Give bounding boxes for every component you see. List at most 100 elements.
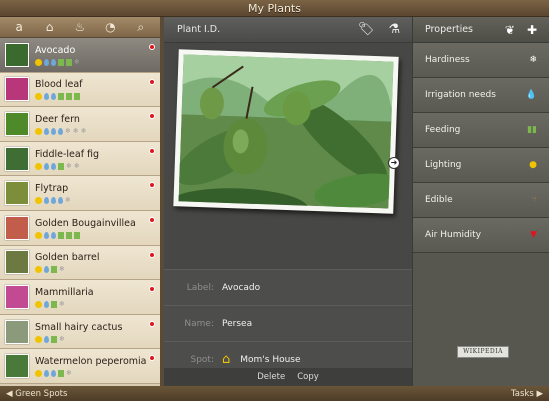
next-photo-arrow-icon[interactable]: ➜ — [388, 157, 400, 169]
fertilizer-icon — [51, 335, 57, 343]
properties-panel: Properties ❦ ✚ Hardiness ❄ Irrigation need… — [412, 17, 549, 386]
plant-name: Deer fern — [35, 113, 80, 125]
fertilizer-icon — [51, 300, 57, 308]
fertilizer-icon — [66, 93, 72, 101]
snowflake-icon: ❄ — [59, 299, 65, 308]
water-drop-icon — [58, 197, 63, 205]
fertilizer-icon — [58, 162, 64, 170]
water-drop-icon — [44, 266, 49, 274]
water-drop-icon — [44, 370, 49, 378]
plant-thumbnail — [5, 42, 29, 67]
fertilizer-icon — [74, 231, 80, 239]
sun-icon — [35, 300, 42, 308]
property-irrigation-needs[interactable]: Irrigation needs 💧 — [413, 78, 549, 113]
alert-dot-icon — [149, 355, 155, 362]
plant-list-item[interactable]: Golden barrel ❄ — [0, 245, 160, 281]
fertilizer-icon — [58, 231, 64, 239]
tasks-button[interactable]: Tasks ▶ — [511, 389, 543, 399]
property-label: Irrigation needs — [425, 90, 496, 100]
name-field-value[interactable]: Persea — [222, 319, 252, 329]
plant-care-badges: ❄ — [35, 196, 71, 205]
plant-list-item[interactable]: Blood leaf — [0, 72, 160, 108]
alphabetical-sort-icon[interactable]: a — [9, 20, 29, 34]
snowflake-icon: ❄ — [66, 161, 72, 170]
plant-name: Golden Bougainvillea — [35, 217, 136, 229]
property-icon: ▮▮ — [527, 125, 537, 135]
plant-thumbnail — [5, 354, 29, 379]
plant-photo[interactable] — [173, 49, 399, 214]
sun-icon — [35, 197, 42, 205]
plant-name: Small hairy cactus — [35, 321, 123, 333]
leaf-icon[interactable]: ❦ — [505, 23, 515, 37]
water-drop-icon — [44, 162, 49, 170]
alert-dot-icon — [149, 216, 155, 223]
water-drop-icon — [51, 197, 56, 205]
water-drop-icon — [44, 335, 49, 343]
sun-icon — [35, 162, 42, 170]
alert-dot-icon — [149, 113, 155, 120]
plant-name: Watermelon peperomia — [35, 356, 147, 368]
microscope-icon[interactable]: ⚗ — [388, 22, 400, 37]
snowflake-icon: ❄ — [59, 265, 65, 274]
tag-icon[interactable]: 🏷 — [358, 22, 375, 37]
properties-title: Properties — [425, 24, 474, 35]
water-drop-icon — [51, 58, 56, 66]
label-row[interactable]: Label: Avocado — [164, 269, 412, 305]
fertilizer-icon — [58, 93, 64, 101]
plant-thumbnail — [5, 77, 29, 102]
alert-dot-icon — [149, 251, 155, 258]
delete-button[interactable]: Delete — [257, 372, 285, 382]
property-feeding[interactable]: Feeding ▮▮ — [413, 113, 549, 148]
alert-dot-icon — [149, 182, 155, 189]
plant-list-item[interactable]: Deer fern ❄ ❄ ❄ — [0, 107, 160, 142]
plant-list-item[interactable]: Avocado ❄ — [0, 38, 160, 73]
water-drop-icon — [51, 162, 56, 170]
plant-list-item[interactable]: Watermelon peperomia ❄ — [0, 349, 160, 384]
plant-list-item[interactable]: Fiddle-leaf fig ❄ ❄ — [0, 141, 160, 177]
plant-list-item[interactable]: Mammillaria ❄ — [0, 280, 160, 315]
property-icon: ❄ — [529, 55, 537, 65]
plant-list-item[interactable]: Golden Bougainvillea — [0, 210, 160, 246]
search-icon[interactable]: ⌕ — [131, 20, 151, 35]
water-drop-icon — [44, 58, 49, 66]
water-drop-icon — [44, 127, 49, 135]
water-drop-icon — [51, 93, 56, 101]
property-icon: ● — [529, 160, 537, 170]
spot-field-value[interactable]: Mom's House — [240, 355, 300, 365]
house-icon[interactable]: ⌂ — [40, 20, 60, 34]
clock-icon[interactable]: ◔ — [100, 20, 120, 34]
plant-thumbnail — [5, 146, 29, 171]
property-air-humidity[interactable]: Air Humidity ▼ — [413, 218, 549, 253]
plant-name: Flytrap — [35, 183, 69, 195]
name-row[interactable]: Name: Persea — [164, 305, 412, 341]
label-field-label: Label: — [186, 282, 214, 293]
snowflake-icon: ❄ — [65, 196, 71, 205]
plant-list-panel: a ⌂ ♨ ◔ ⌕ Avocado ❄ Blood leaf Deer fern ❄ ❄ ❄ Fidd… — [0, 17, 162, 386]
water-drop-icon — [44, 300, 49, 308]
water-drop-icon — [44, 93, 49, 101]
sun-icon — [35, 231, 42, 239]
snowflake-icon: ❄ — [74, 57, 80, 66]
spot-field-label: Spot: — [190, 354, 215, 365]
plant-care-badges: ❄ — [35, 335, 122, 343]
property-label: Hardiness — [425, 55, 470, 65]
plant-list-item[interactable]: Small hairy cactus ❄ — [0, 314, 160, 350]
plant-name: Golden barrel — [35, 252, 100, 264]
plant-care-badges — [35, 231, 136, 239]
label-field-value[interactable]: Avocado — [222, 283, 260, 293]
water-drop-icon — [51, 231, 56, 239]
puzzle-icon[interactable]: ✚ — [527, 23, 537, 37]
snowflake-icon: ❄ — [72, 126, 79, 135]
property-edible[interactable]: Edible ⑂ — [413, 183, 549, 218]
copy-button[interactable]: Copy — [297, 372, 319, 382]
watering-can-icon[interactable]: ♨ — [70, 20, 90, 34]
property-lighting[interactable]: Lighting ● — [413, 148, 549, 183]
property-icon: ⑂ — [531, 195, 537, 205]
wikipedia-button[interactable]: WIKIPEDIA — [457, 346, 509, 358]
plant-list-item[interactable]: Flytrap ❄ — [0, 176, 160, 211]
property-hardiness[interactable]: Hardiness ❄ — [413, 43, 549, 78]
plant-id-footer: Delete Copy — [164, 368, 412, 386]
green-spots-button[interactable]: ◀ Green Spots — [6, 389, 67, 399]
sun-icon — [35, 127, 42, 135]
plant-list: Avocado ❄ Blood leaf Deer fern ❄ ❄ ❄ Fiddle-lea… — [0, 38, 160, 384]
